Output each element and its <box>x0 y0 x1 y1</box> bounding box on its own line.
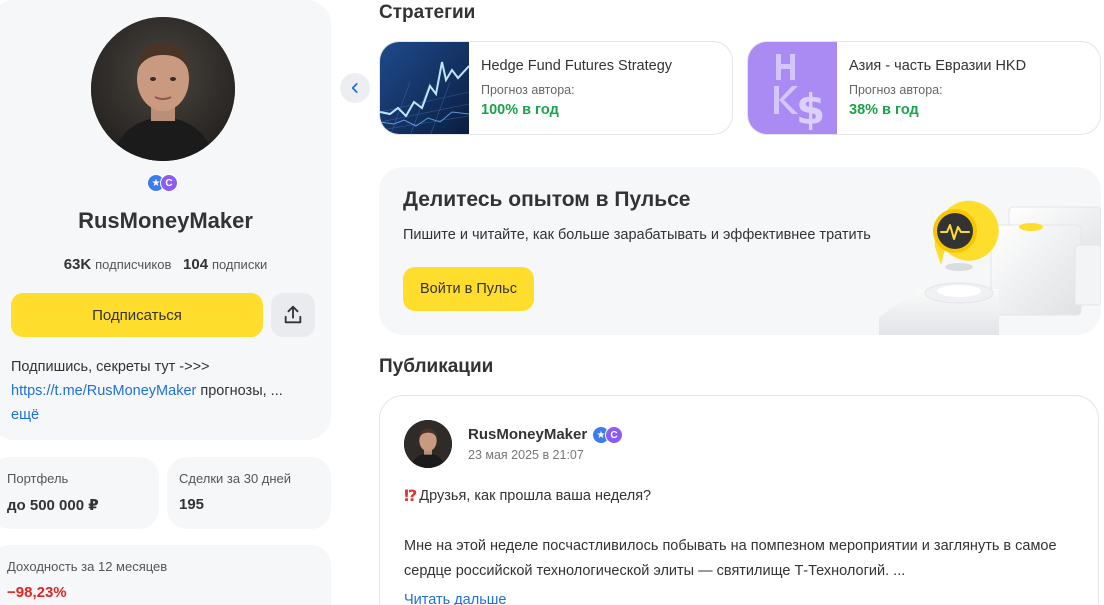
post-author-avatar[interactable] <box>404 420 452 468</box>
subscribe-button[interactable]: Подписаться <box>11 293 263 337</box>
followers-label[interactable]: подписчиков <box>95 257 171 272</box>
share-button[interactable] <box>271 293 315 337</box>
post-author-badges: ★ C <box>592 426 623 444</box>
strategy-card[interactable]: Hedge Fund Futures Strategy Прогноз авто… <box>379 41 733 135</box>
strategies-title: Стратегии <box>379 2 476 23</box>
bio-more-link[interactable]: ещё <box>11 407 39 423</box>
profile-username: RusMoneyMaker <box>78 208 253 233</box>
c-badge-icon: C <box>160 174 178 192</box>
stat-return[interactable]: Доходность за 12 месяцев −98,23% <box>0 545 331 605</box>
pulse-illustration <box>879 167 1101 335</box>
strategy-yield: 100% в год <box>481 102 559 118</box>
stat-deals[interactable]: Сделки за 30 дней 195 <box>167 457 331 529</box>
publications-title: Публикации <box>379 356 494 377</box>
profile-badges: ★ C <box>147 174 178 192</box>
read-more-link[interactable]: Читать дальше <box>404 592 506 605</box>
c-badge-icon: C <box>605 426 623 444</box>
portfolio-value: до 500 000 ₽ <box>7 497 99 514</box>
strategy-forecast-label: Прогноз автора: <box>481 83 575 97</box>
following-label[interactable]: подписки <box>212 257 267 272</box>
strategy-card[interactable]: $ Азия - часть Евразии HKD Прогноз автор… <box>747 41 1101 135</box>
stat-portfolio[interactable]: Портфель до 500 000 ₽ <box>0 457 159 529</box>
portfolio-label: Портфель <box>7 471 69 486</box>
following-count: 104 <box>183 256 209 273</box>
share-icon <box>284 305 302 324</box>
bio-tail: прогнозы, ... <box>196 383 283 399</box>
exclamation-question-icon: ⁉ <box>404 488 418 505</box>
post-card: RusMoneyMaker ★ C 23 мая 2025 в 21:07 ⁉ … <box>379 395 1099 605</box>
pulse-login-button[interactable]: Войти в Пульс <box>403 267 534 311</box>
strategy-thumbnail: $ <box>748 42 837 134</box>
pulse-promo-card: Делитесь опытом в Пульсе Пишите и читайт… <box>379 167 1101 335</box>
strategy-forecast-label: Прогноз автора: <box>849 83 943 97</box>
followers-count: 63K <box>63 256 92 273</box>
svg-text:$: $ <box>796 85 825 134</box>
strategy-name: Hedge Fund Futures Strategy <box>481 58 673 74</box>
return-label: Доходность за 12 месяцев <box>7 559 168 574</box>
profile-bio: Подпишись, секреты тут ->>> https://t.me… <box>11 355 321 427</box>
bio-telegram-link[interactable]: https://t.me/RusMoneyMaker <box>11 383 196 399</box>
return-value: −98,23% <box>7 584 67 601</box>
deals-value: 195 <box>179 496 205 513</box>
pulse-text: Пишите и читайте, как больше зарабатыват… <box>403 227 871 243</box>
chevron-left-icon <box>351 83 358 93</box>
bio-text: Подпишись, секреты тут ->>> <box>11 359 210 375</box>
post-author-name[interactable]: RusMoneyMaker <box>468 426 587 443</box>
carousel-prev-button[interactable] <box>340 73 370 103</box>
avatar[interactable] <box>91 17 235 161</box>
profile-counts: 63K подписчиков 104 подписки <box>0 256 331 273</box>
strategy-yield: 38% в год <box>849 102 919 118</box>
post-body: Мне на этой неделе посчастливилось побыв… <box>404 538 1057 579</box>
deals-label: Сделки за 30 дней <box>179 471 292 486</box>
strategy-thumbnail <box>380 42 470 134</box>
strategy-name: Азия - часть Евразии HKD <box>849 58 1027 74</box>
post-first-line-text: Друзья, как прошла ваша неделя? <box>419 488 652 504</box>
post-date: 23 мая 2025 в 21:07 <box>468 448 584 462</box>
pulse-title: Делитесь опытом в Пульсе <box>403 188 691 211</box>
post-first-line: ⁉ Друзья, как прошла ваша неделя? <box>404 486 651 506</box>
